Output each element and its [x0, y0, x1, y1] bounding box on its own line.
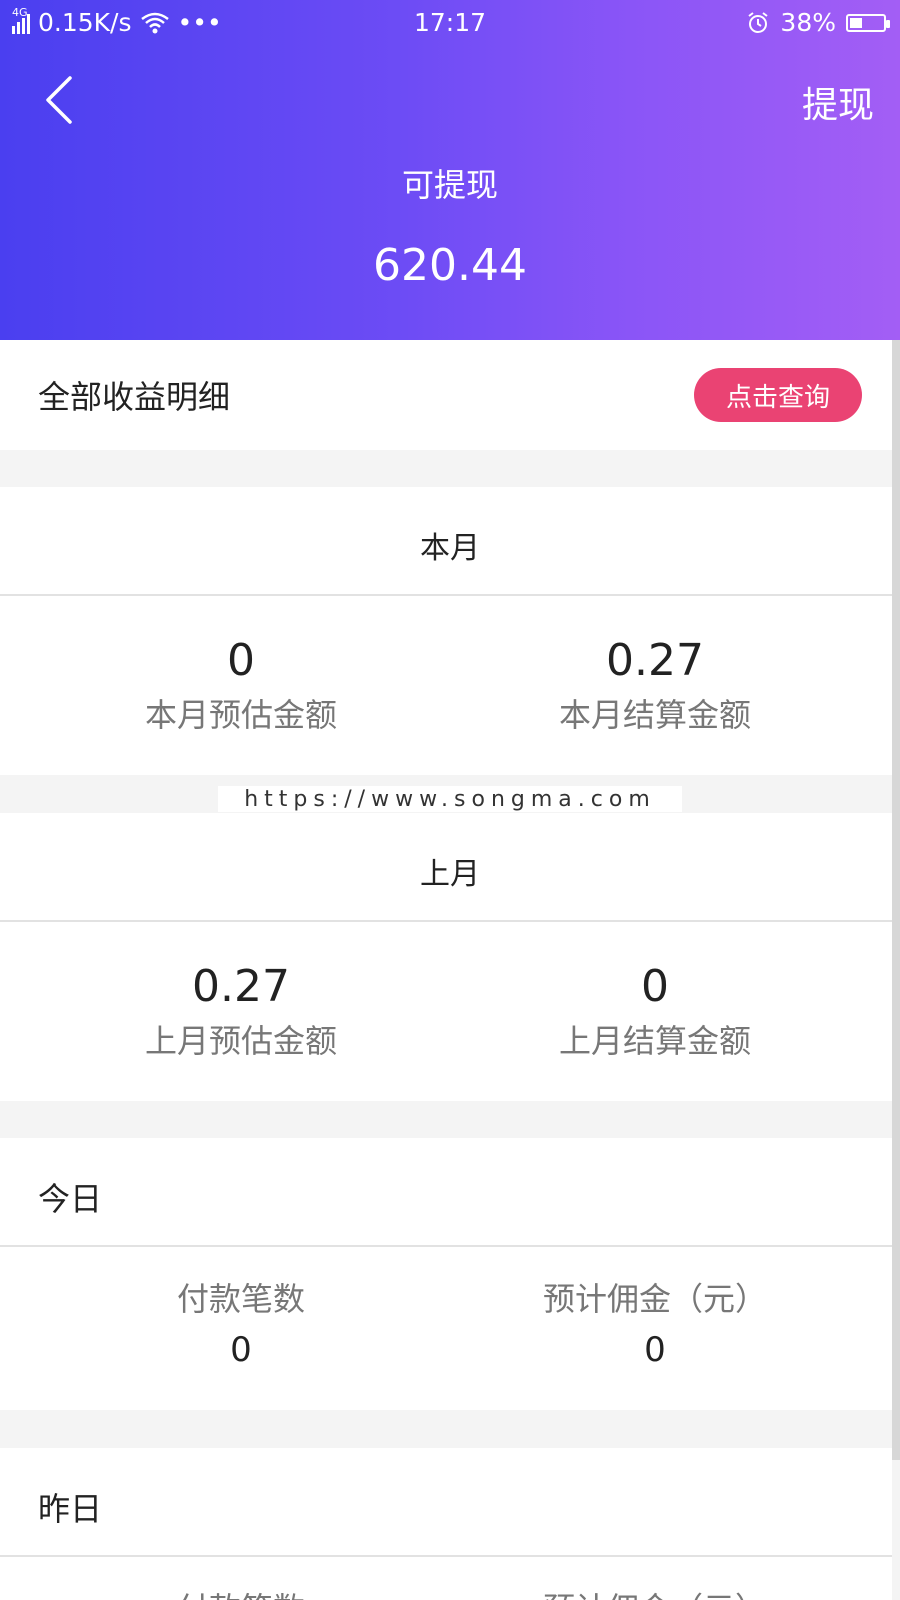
last-month-estimate: 0.27 上月预估金额: [18, 961, 464, 1062]
earnings-detail-row: 全部收益明细 点击查询: [0, 340, 892, 450]
today-title: 今日: [38, 1180, 103, 1218]
this-month-title: 本月: [420, 531, 480, 566]
last-month-card: 上月 0.27 上月预估金额 0 上月结算金额: [0, 813, 892, 1101]
yesterday-commission-label: 预计佣金（元）: [432, 1584, 878, 1600]
scrollbar[interactable]: [892, 340, 900, 1460]
alarm-icon: [748, 11, 769, 33]
battery-percent: 38%: [780, 8, 836, 37]
yesterday-payment-count: 付款笔数: [18, 1584, 464, 1600]
today-commission: 预计佣金（元） 0: [432, 1274, 878, 1370]
last-month-settled-value: 0: [641, 961, 669, 1012]
yesterday-commission: 预计佣金（元）: [432, 1584, 878, 1600]
last-month-settled: 0 上月结算金额: [432, 961, 878, 1062]
divider: [0, 1245, 892, 1247]
header: 4G 0.15K/s ••• 17:17 38% 提现 可提现 620.44: [0, 0, 900, 340]
divider: [0, 1555, 892, 1557]
this-month-estimate-value: 0: [227, 635, 255, 686]
withdrawable-label: 可提现: [401, 166, 498, 204]
yesterday-card: 昨日 付款笔数 预计佣金（元）: [0, 1448, 892, 1600]
withdraw-button[interactable]: 提现: [802, 76, 874, 128]
last-month-estimate-value: 0.27: [192, 961, 290, 1012]
divider: [0, 594, 892, 596]
yesterday-count-label: 付款笔数: [18, 1584, 464, 1600]
yesterday-title: 昨日: [38, 1490, 103, 1528]
this-month-card: 本月 0 本月预估金额 0.27 本月结算金额: [0, 487, 892, 775]
divider: [0, 920, 892, 922]
back-icon[interactable]: [40, 72, 80, 128]
last-month-title: 上月: [420, 857, 480, 892]
last-month-settled-label: 上月结算金额: [558, 1022, 751, 1060]
this-month-settled-value: 0.27: [606, 635, 704, 686]
today-count-value: 0: [230, 1330, 252, 1370]
today-card: 今日 付款笔数 0 预计佣金（元） 0: [0, 1138, 892, 1410]
status-bar: 4G 0.15K/s ••• 17:17 38%: [0, 0, 900, 48]
withdrawable-amount: 620.44: [373, 240, 527, 291]
today-count-label: 付款笔数: [176, 1280, 305, 1318]
today-commission-label: 预计佣金（元）: [542, 1280, 767, 1318]
battery-icon: [846, 13, 890, 32]
this-month-estimate: 0 本月预估金额: [18, 635, 464, 736]
watermark: https://www.songma.com: [218, 786, 682, 812]
this-month-settled: 0.27 本月结算金额: [432, 635, 878, 736]
today-payment-count: 付款笔数 0: [18, 1274, 464, 1370]
query-button[interactable]: 点击查询: [694, 368, 862, 422]
this-month-estimate-label: 本月预估金额: [144, 696, 337, 734]
last-month-estimate-label: 上月预估金额: [144, 1022, 337, 1060]
battery-level: [850, 17, 862, 28]
this-month-settled-label: 本月结算金额: [558, 696, 751, 734]
earnings-detail-title: 全部收益明细: [38, 378, 231, 416]
today-commission-value: 0: [644, 1330, 666, 1370]
